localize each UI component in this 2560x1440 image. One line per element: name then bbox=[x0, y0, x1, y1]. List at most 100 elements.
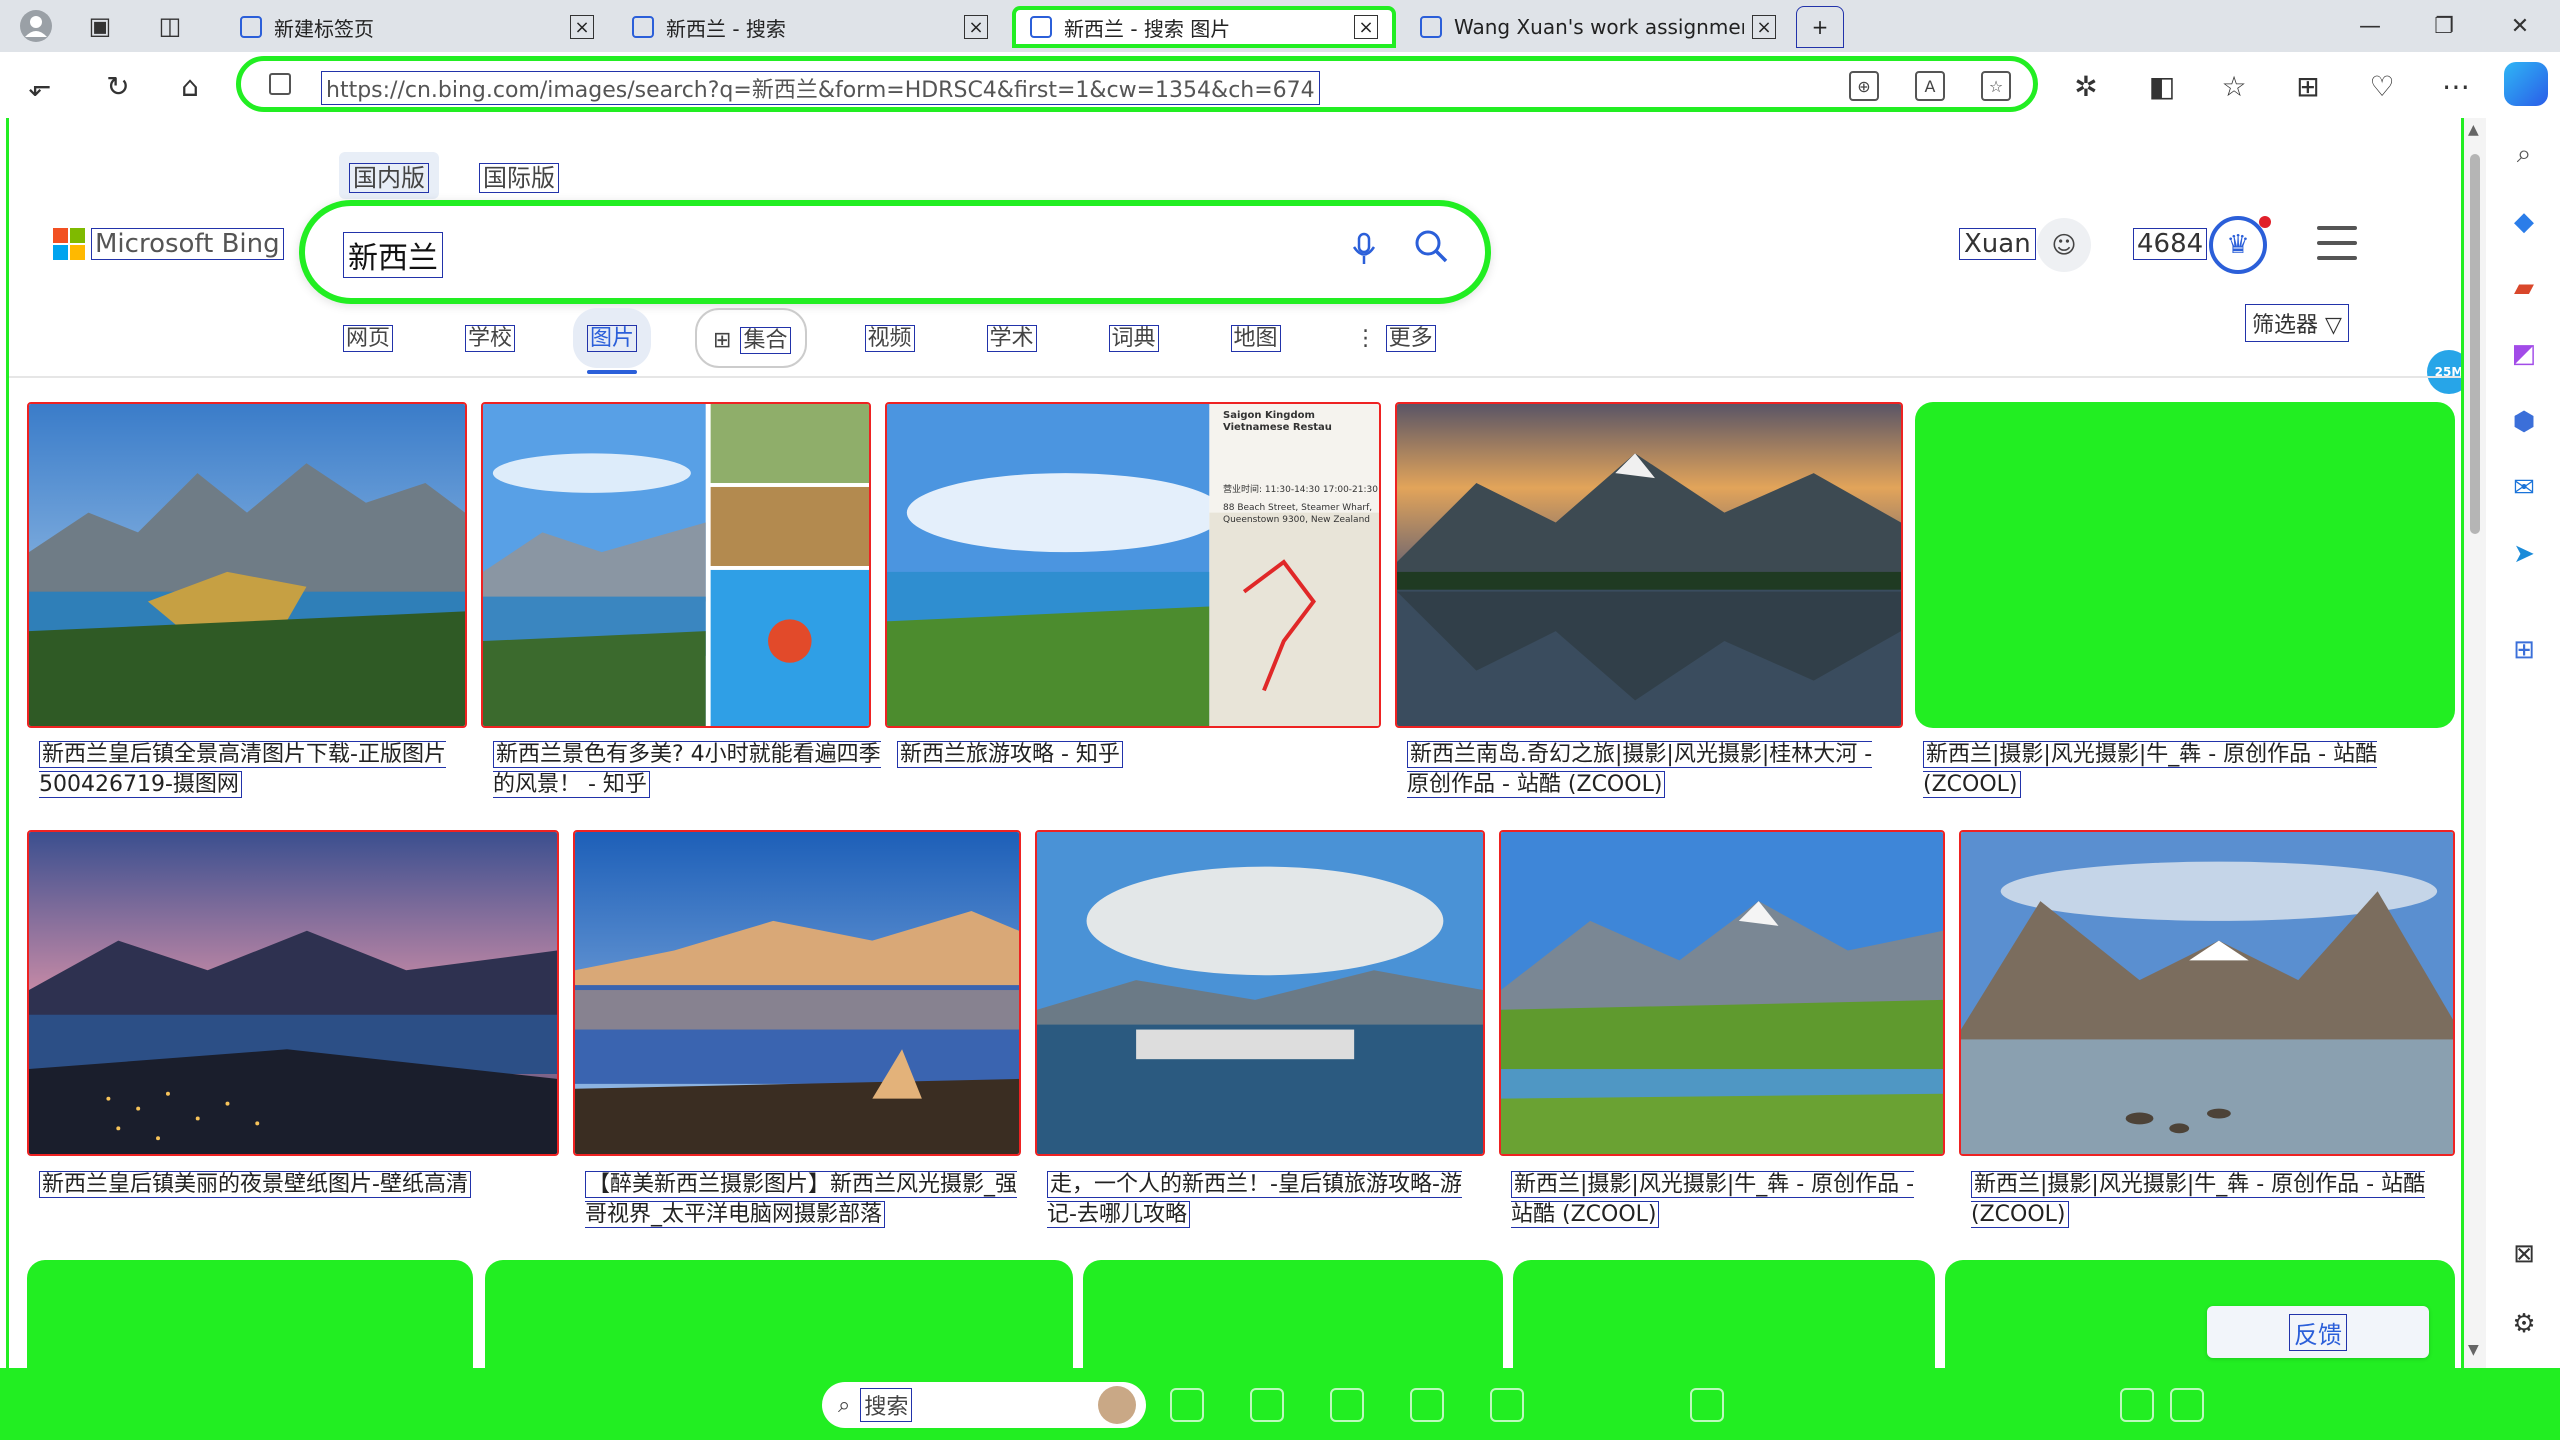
back-icon[interactable]: ⬐ bbox=[20, 66, 60, 106]
refresh-icon[interactable]: ↻ bbox=[98, 66, 138, 106]
image-caption-3[interactable]: 新西兰旅游攻略 - 知乎 bbox=[897, 740, 1367, 770]
rewards-trophy-icon[interactable]: ♛ bbox=[2209, 216, 2271, 274]
nav-images[interactable]: 图片 bbox=[573, 308, 652, 374]
nav-web[interactable]: 网页 bbox=[329, 308, 407, 368]
screenshot-icon[interactable]: ⊠ bbox=[2506, 1236, 2542, 1272]
settings-gear-icon[interactable]: ⚙ bbox=[2506, 1306, 2542, 1342]
nav-academic[interactable]: 学术 bbox=[973, 308, 1051, 368]
outlook-icon[interactable]: ✉ bbox=[2506, 470, 2542, 506]
app-icon[interactable] bbox=[2120, 1388, 2154, 1422]
task-view-icon[interactable] bbox=[1170, 1388, 1204, 1422]
add-app-icon[interactable]: ⊞ bbox=[2506, 632, 2542, 668]
send-icon[interactable]: ➤ bbox=[2506, 536, 2542, 572]
tab-image-search[interactable]: 新西兰 - 搜索 图片 × bbox=[1012, 6, 1396, 48]
image-result-14[interactable] bbox=[1513, 1260, 1935, 1368]
favorites-icon[interactable]: ☆ bbox=[2214, 66, 2254, 106]
nav-collections[interactable]: ⊞ 集合 bbox=[695, 308, 807, 368]
minimize-icon[interactable]: — bbox=[2350, 8, 2390, 44]
feedback-button[interactable]: 反馈 bbox=[2207, 1306, 2429, 1358]
performance-icon[interactable]: ♡ bbox=[2362, 66, 2402, 106]
extensions-icon[interactable]: ✲ bbox=[2066, 66, 2106, 106]
search-input[interactable]: 新西兰 bbox=[299, 200, 1491, 304]
home-icon[interactable]: ⌂ bbox=[170, 66, 210, 106]
filter-button[interactable]: 筛选器 ▽ bbox=[2245, 304, 2349, 342]
site-info-icon[interactable] bbox=[269, 73, 291, 95]
tab-international[interactable]: 国际版 bbox=[469, 152, 569, 199]
image-result-12[interactable] bbox=[485, 1260, 1073, 1368]
scroll-down-icon[interactable]: ▼ bbox=[2468, 1342, 2479, 1358]
favorite-star-icon[interactable]: ☆ bbox=[1981, 71, 2011, 101]
image-result-3[interactable]: Saigon Kingdom Vietnamese Restau 营业时间: 1… bbox=[885, 402, 1381, 728]
close-tab-icon[interactable]: × bbox=[1752, 15, 1776, 39]
image-caption-2[interactable]: 新西兰景色有多美? 4小时就能看遍四季的风景！ - 知乎 bbox=[493, 740, 893, 800]
split-screen-icon[interactable]: ◧ bbox=[2142, 66, 2182, 106]
close-tab-icon[interactable]: × bbox=[964, 15, 988, 39]
image-result-13[interactable] bbox=[1083, 1260, 1503, 1368]
page-scrollbar[interactable]: ▲ ▼ bbox=[2464, 118, 2486, 1368]
image-result-8[interactable] bbox=[1035, 830, 1485, 1156]
menu-icon[interactable] bbox=[2317, 226, 2357, 260]
image-caption-10[interactable]: 新西兰|摄影|风光摄影|牛_犇 - 原创作品 - 站酷 (ZCOOL) bbox=[1971, 1170, 2441, 1230]
tools-icon[interactable]: ▰ bbox=[2506, 270, 2542, 306]
image-caption-8[interactable]: 走，一个人的新西兰！-皇后镇旅游攻略-游记-去哪儿攻略 bbox=[1047, 1170, 1467, 1230]
search-query[interactable]: 新西兰 bbox=[343, 232, 443, 278]
image-caption-4[interactable]: 新西兰南岛.奇幻之旅|摄影|风光摄影|桂林大河 - 原创作品 - 站酷 (ZCO… bbox=[1407, 740, 1877, 800]
app-icon[interactable] bbox=[1410, 1388, 1444, 1422]
image-caption-6[interactable]: 新西兰皇后镇美丽的夜景壁纸图片-壁纸高清 bbox=[39, 1170, 559, 1200]
app-icon[interactable] bbox=[1330, 1388, 1364, 1422]
image-result-11[interactable] bbox=[27, 1260, 473, 1368]
user-avatar-icon[interactable]: ☺ bbox=[2037, 218, 2091, 272]
image-caption-1[interactable]: 新西兰皇后镇全景高清图片下载-正版图片500426719-摄图网 bbox=[39, 740, 509, 800]
scroll-up-icon[interactable]: ▲ bbox=[2468, 122, 2479, 138]
image-caption-9[interactable]: 新西兰|摄影|风光摄影|牛_犇 - 原创作品 - 站酷 (ZCOOL) bbox=[1511, 1170, 1941, 1230]
image-result-6[interactable] bbox=[27, 830, 559, 1156]
nav-videos[interactable]: 视频 bbox=[851, 308, 929, 368]
app-icon[interactable] bbox=[2170, 1388, 2204, 1422]
app-icon[interactable] bbox=[1690, 1388, 1724, 1422]
more-icon[interactable]: ⋯ bbox=[2436, 66, 2476, 106]
shopping-tag-icon[interactable]: ◆ bbox=[2506, 204, 2542, 240]
nav-more[interactable]: ⋮ 更多 bbox=[1339, 308, 1450, 368]
office-icon[interactable]: ⬢ bbox=[2506, 404, 2542, 440]
read-aloud-icon[interactable]: A bbox=[1915, 71, 1945, 101]
status-badge[interactable]: 25M bbox=[2427, 350, 2461, 394]
address-url[interactable]: https://cn.bing.com/images/search?q=新西兰&… bbox=[321, 71, 1320, 105]
image-result-4[interactable] bbox=[1395, 402, 1903, 728]
taskbar-search[interactable]: ⌕ 搜索 bbox=[822, 1382, 1146, 1428]
designer-icon[interactable]: ◩ bbox=[2506, 336, 2542, 372]
image-result-5[interactable] bbox=[1915, 402, 2455, 728]
collections-icon[interactable]: ⊞ bbox=[2288, 66, 2328, 106]
app-icon[interactable] bbox=[1250, 1388, 1284, 1422]
image-result-9[interactable] bbox=[1499, 830, 1945, 1156]
close-tab-icon[interactable]: × bbox=[570, 15, 594, 39]
bing-logo[interactable]: Microsoft Bing bbox=[53, 228, 284, 260]
tab-domestic[interactable]: 国内版 bbox=[339, 152, 439, 199]
workspaces-icon[interactable]: ▣ bbox=[82, 8, 118, 44]
app-icon[interactable] bbox=[1490, 1388, 1524, 1422]
nav-school[interactable]: 学校 bbox=[451, 308, 529, 368]
image-caption-7[interactable]: 【醉美新西兰摄影图片】新西兰风光摄影_强哥视界_太平洋电脑网摄影部落 bbox=[585, 1170, 1025, 1230]
copilot-icon[interactable] bbox=[2504, 62, 2548, 106]
scroll-thumb[interactable] bbox=[2470, 154, 2480, 534]
search-icon[interactable] bbox=[1413, 228, 1449, 273]
search-icon[interactable]: ⌕ bbox=[2506, 136, 2542, 172]
close-window-icon[interactable]: ✕ bbox=[2500, 8, 2540, 44]
image-result-10[interactable] bbox=[1959, 830, 2455, 1156]
image-result-1[interactable] bbox=[27, 402, 467, 728]
nav-dictionary[interactable]: 词典 bbox=[1095, 308, 1173, 368]
address-bar[interactable]: https://cn.bing.com/images/search?q=新西兰&… bbox=[236, 56, 2038, 112]
user-name[interactable]: Xuan bbox=[1959, 228, 2036, 260]
close-tab-icon[interactable]: × bbox=[1354, 15, 1378, 39]
zoom-icon[interactable]: ⊕ bbox=[1849, 71, 1879, 101]
tab-work-assignment[interactable]: Wang Xuan's work assignment - × bbox=[1406, 6, 1790, 48]
profile-icon[interactable] bbox=[18, 8, 54, 44]
rewards-points[interactable]: 4684 bbox=[2133, 228, 2208, 260]
restore-icon[interactable]: ❐ bbox=[2424, 8, 2464, 44]
tab-search[interactable]: 新西兰 - 搜索 × bbox=[618, 6, 1002, 48]
image-caption-5[interactable]: 新西兰|摄影|风光摄影|牛_犇 - 原创作品 - 站酷 (ZCOOL) bbox=[1923, 740, 2403, 800]
new-tab-button[interactable]: + bbox=[1796, 6, 1844, 48]
nav-maps[interactable]: 地图 bbox=[1217, 308, 1295, 368]
tab-new-tab[interactable]: 新建标签页 × bbox=[226, 6, 608, 48]
tab-actions-icon[interactable]: ◫ bbox=[152, 8, 188, 44]
image-result-2[interactable] bbox=[481, 402, 871, 728]
